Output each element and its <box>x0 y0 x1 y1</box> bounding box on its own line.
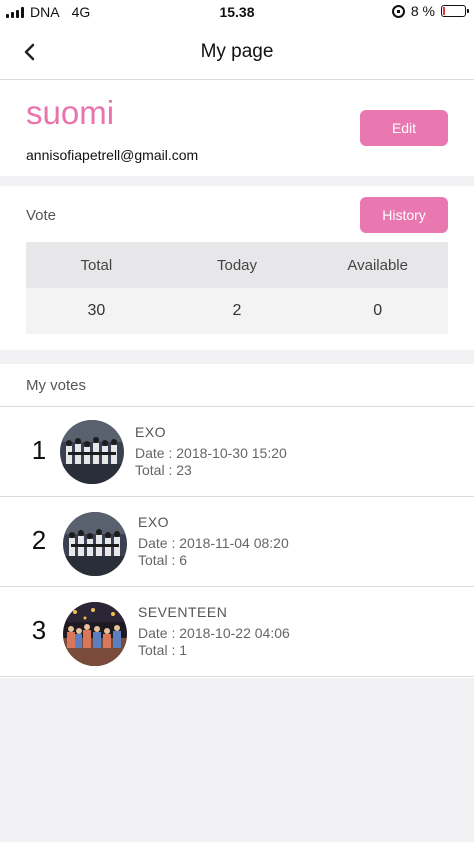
rank-number: 1 <box>31 435 47 465</box>
header-total: Total <box>80 256 113 274</box>
item-total: Total : 6 <box>138 552 188 568</box>
profile-name: suomi <box>26 94 115 131</box>
value-today: 2 <box>232 302 242 319</box>
status-right: 8 % <box>391 3 469 19</box>
battery-percent: 8 % <box>410 3 435 19</box>
list-item[interactable]: 3 SEVENTEEN Date : 2018-10-22 04:06 Tota… <box>0 587 474 677</box>
rank-number: 2 <box>31 525 47 555</box>
my-votes-label: My votes <box>26 377 87 394</box>
item-date: Date : 2018-10-30 15:20 <box>135 445 287 461</box>
list-item[interactable]: 2 EXO Date : 2018-11-04 08:20 Total: 6 <box>0 497 474 587</box>
vote-section: Vote History Total Today Available 30 2 … <box>0 186 474 350</box>
item-name: EXO <box>135 424 167 440</box>
item-name: SEVENTEEN <box>138 604 228 620</box>
item-date: Date : 2018-11-04 08:20 <box>138 535 289 551</box>
header-available: Available <box>347 256 408 274</box>
item-date: Date : 2018-10-22 04:06 <box>138 625 290 641</box>
status-bar: DNA 4G 15.38 8 % <box>0 0 474 24</box>
profile-section: suomi annisofiapetrell@gmail.com Edit <box>0 80 474 176</box>
profile-email: annisofiapetrell@gmail.com <box>26 147 199 163</box>
orientation-lock-icon <box>391 4 405 18</box>
header-today: Today <box>216 256 258 274</box>
item-total: Total : 23 <box>135 462 192 478</box>
vote-table: Total Today Available 30 2 0 <box>26 242 448 334</box>
vote-table-row: 30 2 0 <box>26 288 448 334</box>
vote-label: Vote <box>26 207 57 224</box>
my-votes-header: My votes <box>0 364 474 407</box>
rank-number: 3 <box>31 615 47 645</box>
item-total: Total : 1 <box>138 642 188 658</box>
battery-icon <box>441 5 469 17</box>
list-item[interactable]: 1 EXO Date : 2018-10-30 15:20 Total: 23 <box>0 407 474 497</box>
group-photo <box>63 512 127 576</box>
page-title: My page <box>200 41 274 62</box>
value-available: 0 <box>373 302 383 319</box>
item-name: EXO <box>138 514 170 530</box>
group-photo <box>63 602 127 666</box>
edit-button[interactable]: Edit <box>360 110 448 146</box>
history-button[interactable]: History <box>360 197 448 233</box>
vote-table-header: Total Today Available <box>26 242 448 288</box>
my-votes-section: My votes 1 EXO Date : 2018-10-30 15:20 T… <box>0 364 474 678</box>
nav-bar: My page <box>0 24 474 80</box>
value-total: 30 <box>87 302 106 319</box>
group-photo <box>60 420 124 484</box>
